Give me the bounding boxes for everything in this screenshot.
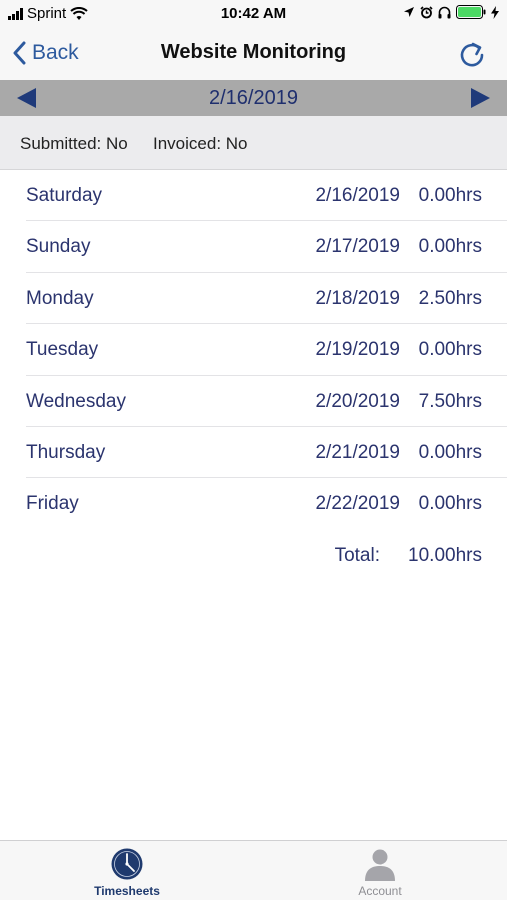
day-row-wednesday[interactable]: Wednesday 2/20/2019 7.50hrs bbox=[26, 376, 507, 427]
day-date: 2/20/2019 bbox=[315, 390, 400, 412]
day-hours: 7.50hrs bbox=[418, 390, 482, 412]
battery-icon bbox=[456, 5, 486, 19]
day-date: 2/21/2019 bbox=[315, 441, 400, 463]
day-row-friday[interactable]: Friday 2/22/2019 0.00hrs bbox=[26, 478, 507, 529]
day-name: Thursday bbox=[26, 441, 106, 463]
headphones-icon bbox=[438, 6, 451, 18]
tab-bar: Timesheets Account bbox=[0, 840, 507, 900]
day-date: 2/18/2019 bbox=[315, 287, 400, 309]
day-name: Monday bbox=[26, 287, 94, 309]
triangle-right-icon[interactable] bbox=[469, 87, 493, 109]
day-name: Friday bbox=[26, 493, 79, 515]
day-row-sunday[interactable]: Sunday 2/17/2019 0.00hrs bbox=[26, 221, 507, 273]
day-hours: 0.00hrs bbox=[418, 441, 482, 463]
day-list: Saturday 2/16/2019 0.00hrs Sunday 2/17/2… bbox=[0, 170, 507, 581]
timesheet-status-bar: Submitted: No Invoiced: No bbox=[0, 116, 507, 170]
day-date: 2/19/2019 bbox=[315, 339, 400, 361]
total-label: Total: bbox=[334, 544, 380, 566]
invoiced-status: Invoiced: No bbox=[153, 134, 248, 153]
day-name: Tuesday bbox=[26, 339, 99, 361]
tab-account[interactable]: Account bbox=[310, 847, 450, 899]
timesheet-screen: Sprint 10:42 AM Back Website Monitoring … bbox=[0, 0, 507, 900]
week-date: 2/16/2019 bbox=[209, 87, 298, 109]
submitted-status: Submitted: No bbox=[20, 134, 128, 153]
clock-icon bbox=[111, 848, 143, 880]
day-date: 2/16/2019 bbox=[315, 185, 400, 206]
day-hours: 0.00hrs bbox=[418, 493, 482, 515]
person-icon bbox=[365, 849, 395, 881]
day-hours: 0.00hrs bbox=[418, 185, 482, 206]
total-row: Total: 10.00hrs bbox=[26, 530, 507, 581]
status-right bbox=[403, 5, 499, 19]
page-title: Website Monitoring bbox=[160, 41, 347, 63]
day-name: Wednesday bbox=[26, 390, 126, 412]
day-hours: 2.50hrs bbox=[418, 287, 482, 309]
charging-bolt-icon bbox=[491, 5, 499, 19]
location-arrow-icon bbox=[404, 7, 414, 17]
navigation-bar: Back Website Monitoring bbox=[0, 28, 507, 80]
day-date: 2/22/2019 bbox=[315, 493, 400, 515]
day-row-tuesday[interactable]: Tuesday 2/19/2019 0.00hrs bbox=[26, 324, 507, 376]
day-row-saturday[interactable]: Saturday 2/16/2019 0.00hrs bbox=[26, 170, 507, 222]
day-hours: 0.00hrs bbox=[418, 339, 482, 361]
day-row-monday[interactable]: Monday 2/18/2019 2.50hrs bbox=[26, 273, 507, 325]
day-row-thursday[interactable]: Thursday 2/21/2019 0.00hrs bbox=[26, 427, 507, 479]
status-bar: Sprint 10:42 AM bbox=[0, 0, 507, 28]
refresh-icon[interactable] bbox=[457, 39, 487, 69]
day-hours: 0.00hrs bbox=[418, 236, 482, 258]
day-name: Saturday bbox=[26, 185, 103, 206]
total-hours: 10.00hrs bbox=[408, 544, 482, 566]
tab-label: Account bbox=[358, 884, 402, 898]
alarm-icon bbox=[420, 5, 433, 18]
tab-timesheets[interactable]: Timesheets bbox=[57, 847, 197, 899]
date-selector: 2/16/2019 bbox=[0, 80, 507, 116]
day-name: Sunday bbox=[26, 236, 91, 258]
tab-label: Timesheets bbox=[94, 884, 160, 898]
day-date: 2/17/2019 bbox=[315, 236, 400, 258]
